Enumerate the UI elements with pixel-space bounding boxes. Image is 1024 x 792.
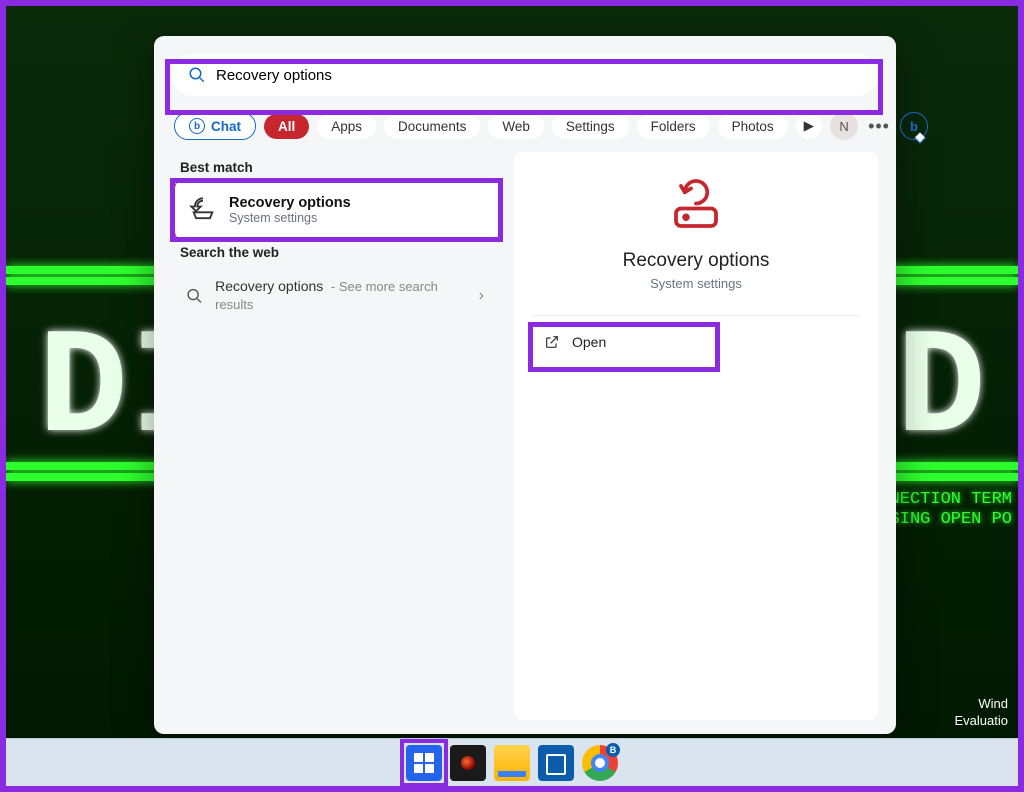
best-match-title: Recovery options [229, 195, 351, 211]
divider [534, 315, 858, 316]
pill-photos[interactable]: Photos [718, 114, 788, 139]
more-options-icon[interactable]: ••• [868, 116, 890, 137]
web-result-row[interactable]: Recovery options - See more search resul… [172, 268, 498, 324]
pill-folders[interactable]: Folders [637, 114, 710, 139]
recovery-icon [189, 196, 217, 224]
taskbar-microsoft-store[interactable] [538, 745, 574, 781]
search-web-label: Search the web [180, 245, 498, 260]
best-match-label: Best match [180, 160, 498, 175]
taskbar-chrome[interactable]: B [582, 745, 618, 781]
windows-watermark: Wind Evaluatio [955, 696, 1008, 730]
taskbar-file-explorer[interactable] [494, 745, 530, 781]
search-icon [186, 287, 203, 305]
open-label: Open [572, 334, 606, 350]
pill-scroll-right[interactable]: ▶ [796, 113, 822, 139]
wallpaper-text-right: D [896, 306, 988, 476]
search-icon [188, 66, 206, 84]
pill-all[interactable]: All [264, 114, 309, 139]
pill-apps[interactable]: Apps [317, 114, 376, 139]
search-bar[interactable] [172, 54, 878, 96]
start-button[interactable] [406, 745, 442, 781]
taskbar-app-1[interactable] [450, 745, 486, 781]
pill-web[interactable]: Web [488, 114, 544, 139]
pill-chat[interactable]: Chat [174, 112, 256, 140]
taskbar: B [6, 738, 1018, 786]
chevron-right-icon: › [479, 287, 484, 305]
search-filter-pills: Chat All Apps Documents Web Settings Fol… [172, 112, 878, 140]
open-external-icon [544, 334, 560, 350]
best-match-subtitle: System settings [229, 211, 351, 225]
open-action[interactable]: Open [534, 320, 858, 364]
recovery-large-icon [666, 176, 726, 236]
preview-title: Recovery options [623, 250, 770, 272]
best-match-result[interactable]: Recovery options System settings [172, 183, 498, 237]
pill-settings[interactable]: Settings [552, 114, 629, 139]
screenshot-frame: DI D CONNECTION TERM CLOSING OPEN PO Win… [0, 0, 1024, 792]
search-input[interactable] [216, 67, 862, 84]
chrome-badge: B [606, 743, 620, 757]
preview-subtitle: System settings [650, 276, 742, 291]
results-column: Best match Recovery options System setti… [172, 152, 498, 720]
bing-icon [189, 118, 205, 134]
web-result-title: Recovery options [215, 278, 323, 294]
preview-pane: Recovery options System settings Open [514, 152, 878, 720]
pill-documents[interactable]: Documents [384, 114, 480, 139]
start-search-flyout: Chat All Apps Documents Web Settings Fol… [154, 36, 896, 734]
user-avatar[interactable]: N [830, 112, 858, 140]
bing-chat-icon[interactable] [900, 112, 928, 140]
